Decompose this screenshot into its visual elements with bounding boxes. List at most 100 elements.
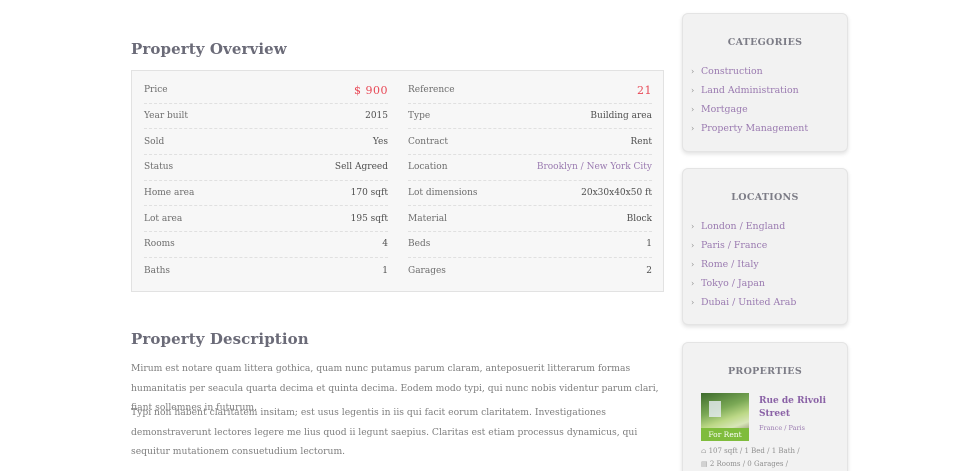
row-label: Price [144, 85, 168, 96]
row-label: Reference [408, 85, 455, 96]
categories-widget: CATEGORIES › Construction › Land Administr… [682, 13, 848, 152]
row-value: 4 [382, 239, 388, 250]
location-label[interactable]: London / England [701, 221, 785, 232]
overview-row-baths: Baths 1 [144, 258, 388, 284]
row-label: Garages [408, 265, 446, 276]
overview-row-sold: Sold Yes [144, 129, 388, 156]
overview-row-home-area: Home area 170 sqft [144, 181, 388, 207]
meta-text: 2 Rooms / 0 Garages / [709, 459, 789, 468]
overview-row-location: Location Brooklyn / New York City [408, 155, 652, 181]
overview-row-lot-dimensions: Lot dimensions 20x30x40x50 ft [408, 181, 652, 207]
row-label: Rooms [144, 239, 175, 250]
row-label: Location [408, 162, 448, 173]
overview-row-price: Price $ 900 [144, 78, 388, 104]
location-item-rome[interactable]: › Rome / Italy [691, 255, 847, 274]
category-item-property-management[interactable]: › Property Management [691, 119, 847, 138]
row-label: Status [144, 162, 174, 173]
chevron-right-icon: › [691, 124, 695, 133]
row-label: Beds [408, 239, 431, 250]
price-value: $ 900 [354, 83, 388, 97]
properties-title: PROPERTIES [727, 366, 803, 377]
chevron-right-icon: › [691, 241, 695, 250]
description-paragraph-2: Typi non habent claritatem insitam; est … [131, 407, 638, 457]
overview-row-material: Material Block [408, 206, 652, 233]
chevron-right-icon: › [691, 67, 695, 76]
locations-list: › London / England › Paris / France › Rome … [683, 217, 847, 312]
category-label[interactable]: Land Administration [701, 85, 799, 96]
row-label: Material [408, 213, 447, 224]
category-item-mortgage[interactable]: › Mortgage [691, 100, 847, 119]
row-value: 195 sqft [350, 213, 388, 224]
category-item-construction[interactable]: › Construction [691, 62, 847, 81]
chevron-right-icon: › [691, 260, 695, 269]
overview-row-lot-area: Lot area 195 sqft [144, 206, 388, 233]
chevron-right-icon: › [691, 86, 695, 95]
location-item-dubai[interactable]: › Dubai / United Arab [691, 293, 847, 312]
chevron-right-icon: › [691, 222, 695, 231]
location-link[interactable]: Brooklyn / New York City [537, 162, 652, 172]
property-meta-line-1: ⌂ 107 sqft / 1 Bed / 1 Bath / [701, 445, 851, 458]
location-label[interactable]: Dubai / United Arab [701, 297, 796, 308]
chevron-right-icon: › [691, 298, 695, 307]
row-value: 1 [382, 265, 388, 276]
location-label[interactable]: Tokyo / Japan [701, 278, 765, 289]
row-label: Baths [144, 265, 171, 276]
location-item-london[interactable]: › London / England [691, 217, 847, 236]
row-label: Year built [144, 111, 188, 122]
description-title: Property Description [131, 330, 309, 348]
overview-row-year-built: Year built 2015 [144, 104, 388, 130]
location-label[interactable]: Paris / France [701, 240, 767, 251]
location-label[interactable]: Rome / Italy [701, 259, 759, 270]
row-label: Lot dimensions [408, 188, 478, 199]
locations-title: LOCATIONS [731, 192, 799, 203]
row-value: Building area [590, 111, 652, 122]
overview-table: Price $ 900 Year built 2015 Sold Yes Status… [131, 70, 664, 292]
for-rent-badge: For Rent [701, 428, 749, 441]
row-label: Type [408, 111, 431, 122]
chevron-right-icon: › [691, 105, 695, 114]
location-item-paris[interactable]: › Paris / France [691, 236, 847, 255]
categories-list: › Construction › Land Administration › Mort… [683, 62, 847, 138]
property-name-link[interactable]: Rue de Rivoli Street [759, 395, 829, 421]
row-label: Home area [144, 188, 195, 199]
rooms-icon: ▤ [701, 459, 708, 468]
row-value: Yes [372, 136, 388, 147]
overview-row-type: Type Building area [408, 104, 652, 130]
location-item-tokyo[interactable]: › Tokyo / Japan [691, 274, 847, 293]
row-label: Lot area [144, 213, 183, 224]
row-value: 20x30x40x50 ft [581, 188, 652, 199]
overview-row-status: Status Sell Agreed [144, 155, 388, 181]
categories-title: CATEGORIES [727, 37, 803, 48]
row-value: 2 [646, 265, 652, 276]
property-meta-line-2: ▤ 2 Rooms / 0 Garages / [701, 458, 851, 471]
chevron-right-icon: › [691, 279, 695, 288]
overview-row-contract: Contract Rent [408, 129, 652, 156]
category-item-land-administration[interactable]: › Land Administration [691, 81, 847, 100]
properties-widget: PROPERTIES For Rent Rue de Rivoli Street… [682, 342, 848, 471]
overview-row-garages: Garages 2 [408, 258, 652, 284]
reference-value: 21 [637, 83, 652, 97]
category-label[interactable]: Property Management [701, 123, 808, 134]
category-label[interactable]: Construction [701, 66, 763, 77]
locations-widget: LOCATIONS › London / England › Paris / Fra… [682, 168, 848, 325]
overview-title: Property Overview [131, 40, 287, 58]
overview-right-column: Reference 21 Type Building area Contract Re… [408, 78, 652, 284]
row-value: Rent [630, 136, 652, 147]
row-value: Block [626, 213, 652, 224]
row-label: Sold [144, 136, 165, 147]
overview-left-column: Price $ 900 Year built 2015 Sold Yes Status… [144, 78, 388, 284]
category-label[interactable]: Mortgage [701, 104, 748, 115]
window-shape [709, 401, 721, 417]
area-icon: ⌂ [701, 447, 707, 455]
property-location: France / Paris [759, 424, 805, 432]
row-label: Contract [408, 136, 449, 147]
row-value: 170 sqft [350, 188, 388, 199]
overview-row-rooms: Rooms 4 [144, 232, 388, 258]
property-meta: ⌂ 107 sqft / 1 Bed / 1 Bath / ▤ 2 Rooms … [701, 445, 851, 470]
overview-row-reference: Reference 21 [408, 78, 652, 104]
row-value: Sell Agreed [334, 162, 388, 173]
meta-text: 107 sqft / 1 Bed / 1 Bath / [708, 447, 800, 455]
row-value: 2015 [365, 111, 388, 122]
row-value: 1 [646, 239, 652, 250]
overview-row-beds: Beds 1 [408, 232, 652, 258]
